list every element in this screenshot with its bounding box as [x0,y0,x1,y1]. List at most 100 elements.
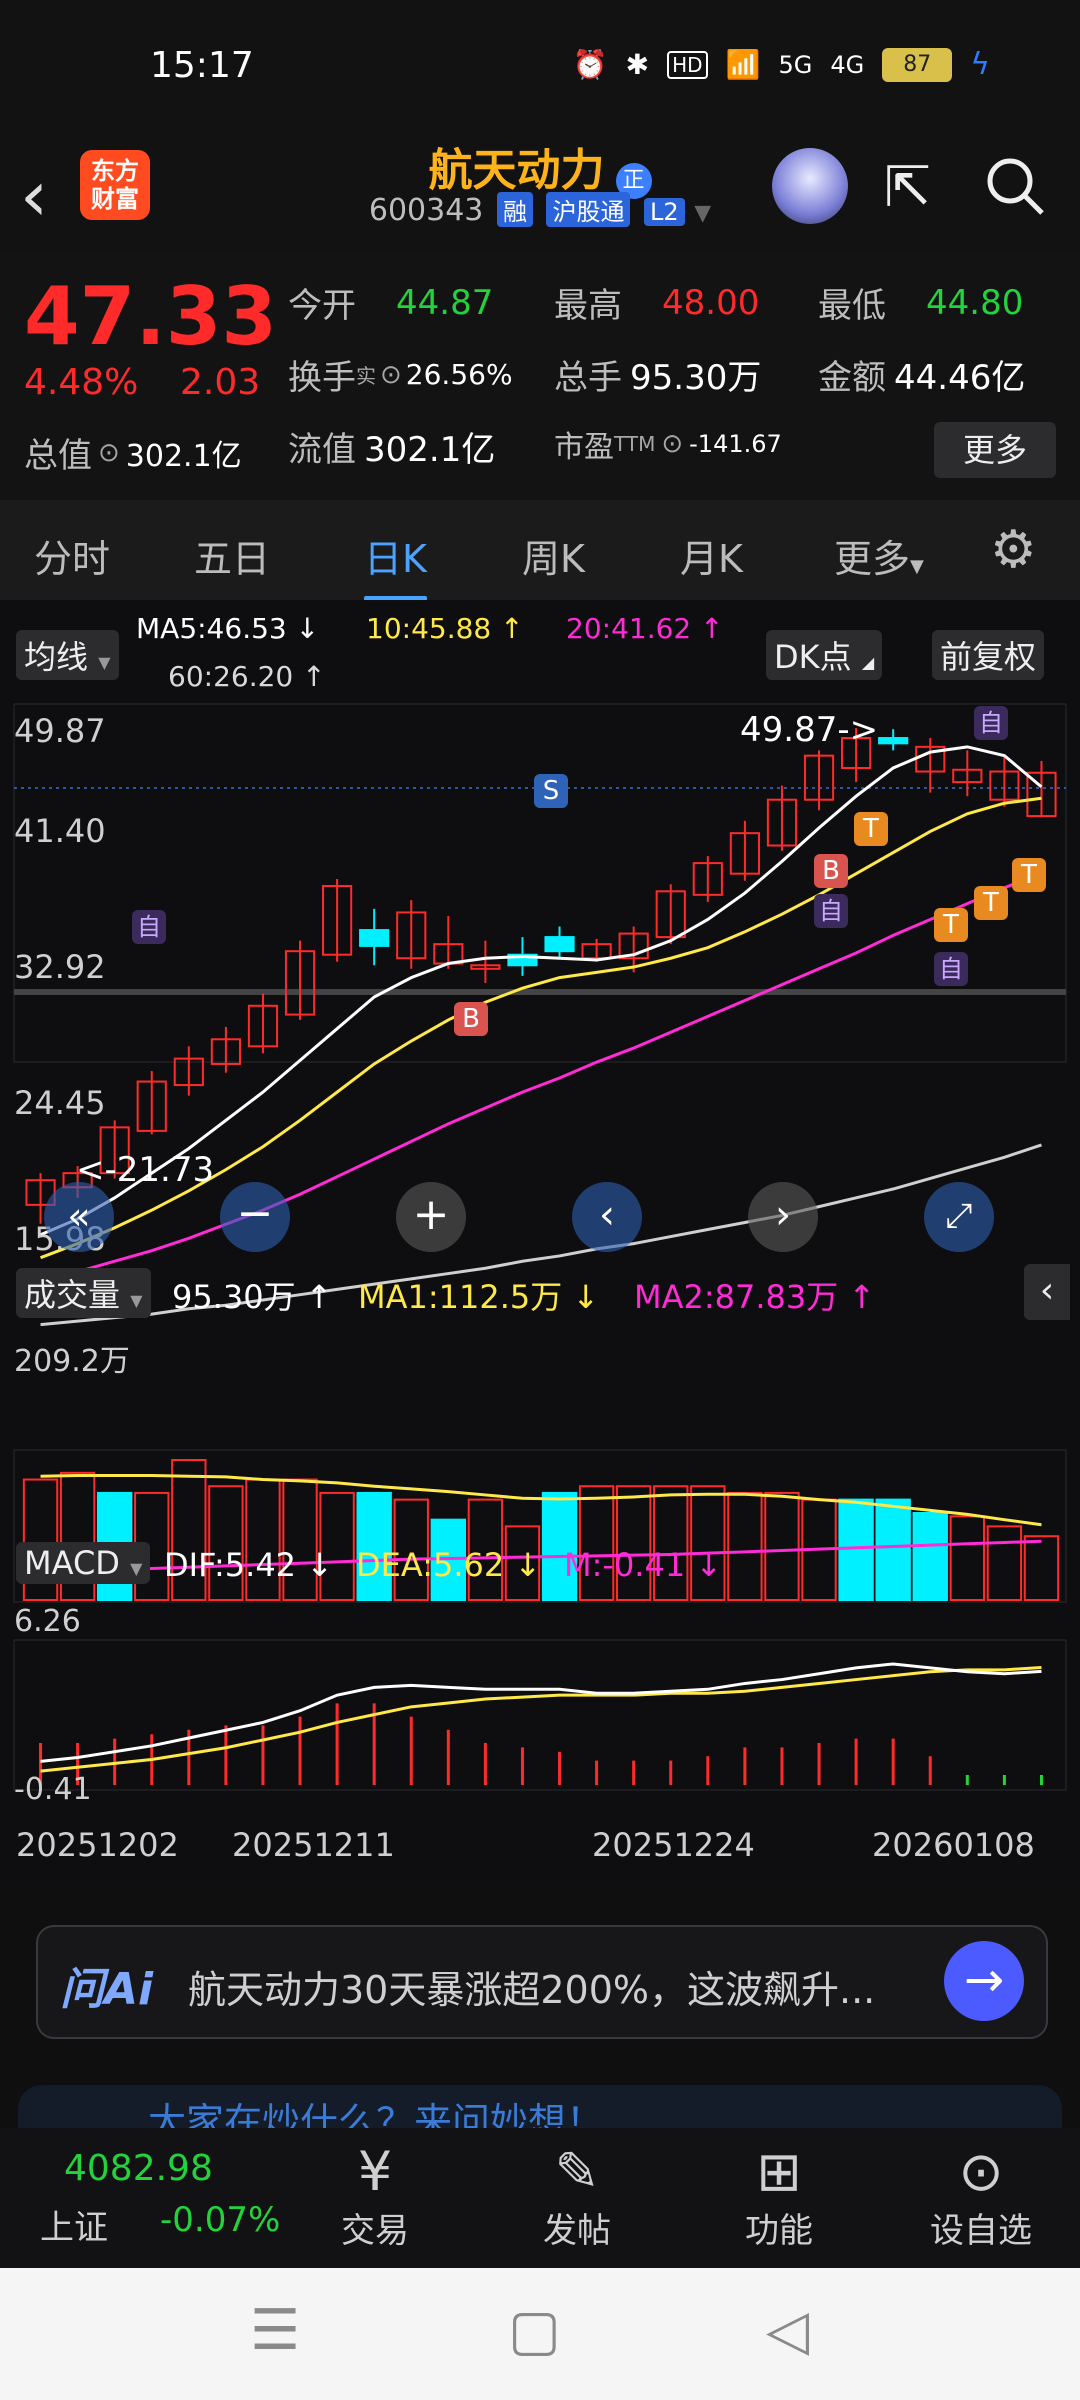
ma60-legend: 60:26.20 ↑ [168,660,326,693]
wifi-icon: 📶 [725,48,761,81]
t-marker[interactable]: T [854,812,888,846]
low-marker: <-21.73 [76,1150,215,1190]
nav-functions[interactable]: ⊞ 功能 [704,2140,854,2252]
peek-banner[interactable]: 大家在炒什么？来问妙想！ [18,2085,1062,2131]
menu-icon[interactable]: ☰ [250,2298,300,2363]
self-marker[interactable]: 自 [974,706,1008,740]
index-value[interactable]: 4082.98 [64,2148,213,2189]
volume-bar [764,1491,800,1601]
settings-gear-icon[interactable]: ⚙ [990,520,1037,580]
volume-bar [912,1512,948,1601]
pe-label: 市盈 [554,430,614,465]
fullscreen-button[interactable]: ⤢ [924,1182,994,1252]
index-change[interactable]: -0.07% [160,2200,280,2240]
dk-point-button[interactable]: DK点 ◢ [766,630,883,680]
adjust-button[interactable]: 前复权 [932,630,1045,680]
info-icon[interactable]: ⊙ [380,360,402,390]
nav-add-watchlist[interactable]: ⊙ 设自选 [906,2140,1056,2252]
info-icon[interactable]: ⊙ [661,429,683,459]
amount-value: 44.46亿 [894,358,1026,398]
tab-five-day[interactable]: 五日 [194,528,270,583]
share-icon[interactable]: ⇱ [884,155,931,220]
dropdown-icon[interactable]: ▼ [694,201,711,226]
peek-text: 大家在炒什么？来问妙想！ [148,2100,605,2131]
total-mv: 总值 ⊙ 302.1亿 [24,428,242,477]
volume-label: 总手 [554,358,622,398]
nav-trade-label: 交易 [341,2211,409,2251]
y-label-top: 49.87 [14,712,106,750]
system-nav-bar: ☰ ▢ ◁ [0,2268,1080,2400]
ai-ask-bar[interactable]: 问Ai 航天动力30天暴涨超200%，这波飙升... → [36,1925,1048,2039]
volume-chip-label: 成交量 [24,1276,121,1314]
edit-icon: ✎ [554,2140,600,2203]
scroll-left-fast-button[interactable]: « [44,1182,114,1252]
back-triangle-icon[interactable]: ◁ [766,2298,809,2363]
candle-body [544,936,575,953]
zoom-in-button[interactable]: + [396,1182,466,1252]
ma10-legend: 10:45.88 ↑ [366,612,524,645]
volume-y-label: 209.2万 [14,1344,130,1379]
float-mv-value: 302.1亿 [364,430,496,470]
self-marker[interactable]: 自 [934,952,968,986]
more-quote-button[interactable]: 更多 [934,422,1056,478]
macd-y-top: 6.26 [14,1604,81,1639]
scroll-right-button[interactable]: › [748,1182,818,1252]
volume-chip[interactable]: 成交量 ▼ [16,1268,151,1318]
dea-legend: DEA:5.62 ↓ [356,1546,542,1584]
self-marker[interactable]: 自 [814,894,848,928]
index-name[interactable]: 上证 [40,2200,108,2249]
dk-label: DK点 [774,638,852,676]
tab-daily-k[interactable]: 日K [364,528,427,601]
info-icon[interactable]: ⊙ [98,438,120,468]
y-label-4: 24.45 [14,1084,106,1122]
zoom-out-button[interactable]: − [220,1182,290,1252]
buy-marker[interactable]: B [454,1002,488,1036]
t-marker[interactable]: T [934,908,968,942]
tab-more[interactable]: 更多▼ [834,528,924,583]
volume-value: 95.30万 [630,358,762,398]
date-label: 20260108 [872,1826,1035,1864]
t-marker[interactable]: T [974,886,1008,920]
macd-chip[interactable]: MACD ▼ [16,1542,151,1584]
volume-ma2-legend: MA2:87.83万 ↑ [634,1278,876,1316]
robot-assistant-icon[interactable] [772,148,848,224]
m-legend: M:-0.41 ↓ [564,1546,723,1584]
search-icon[interactable] [984,155,1048,233]
turnover-sup: 实 [356,364,376,388]
scroll-left-button[interactable]: ‹ [572,1182,642,1252]
high-cell: 最高 48.00 [554,278,759,327]
t-marker[interactable]: T [1012,858,1046,892]
ma20-line [40,871,1043,1283]
volume-bar [986,1525,1023,1601]
ai-prompt-text: 航天动力30天暴涨超200%，这波飙升... [188,1968,876,2012]
volume-cell: 总手 95.30万 [554,350,761,399]
ma20-legend: 20:41.62 ↑ [566,612,724,645]
total-mv-label: 总值 [24,436,92,476]
home-square-icon[interactable]: ▢ [508,2298,561,2363]
low-cell: 最低 44.80 [818,278,1023,327]
nav-post[interactable]: ✎ 发帖 [502,2140,652,2252]
float-mv-cell: 流值 302.1亿 [288,422,495,471]
tag-connect: 沪股通 [546,192,631,227]
macd-y-bottom: -0.41 [14,1772,92,1807]
current-price: 47.33 [24,270,278,363]
sell-marker[interactable]: S [534,774,568,808]
self-marker[interactable]: 自 [132,910,166,944]
network-5g-icon: 5G [778,50,813,79]
arrow-right-icon[interactable]: → [944,1941,1024,2021]
tab-monthly-k[interactable]: 月K [680,528,743,583]
change-percent: 4.48% [24,362,139,403]
apps-grid-icon: ⊞ [756,2140,802,2203]
tab-weekly-k[interactable]: 周K [522,528,585,583]
turnover-label: 换手 [288,358,356,398]
collapse-panel-button[interactable]: ‹ [1024,1264,1070,1320]
buy-marker[interactable]: B [814,854,848,888]
dea-line [40,1665,1042,1773]
tab-intraday[interactable]: 分时 [34,528,110,583]
tag-level2: L2 [644,198,685,226]
nav-trade[interactable]: ¥ 交易 [300,2140,450,2252]
macd-frame [13,1639,1067,1791]
dif-legend: DIF:5.42 ↓ [164,1546,334,1584]
ma-chip[interactable]: 均线 ▼ [16,630,119,680]
stock-code: 600343 [368,193,484,228]
